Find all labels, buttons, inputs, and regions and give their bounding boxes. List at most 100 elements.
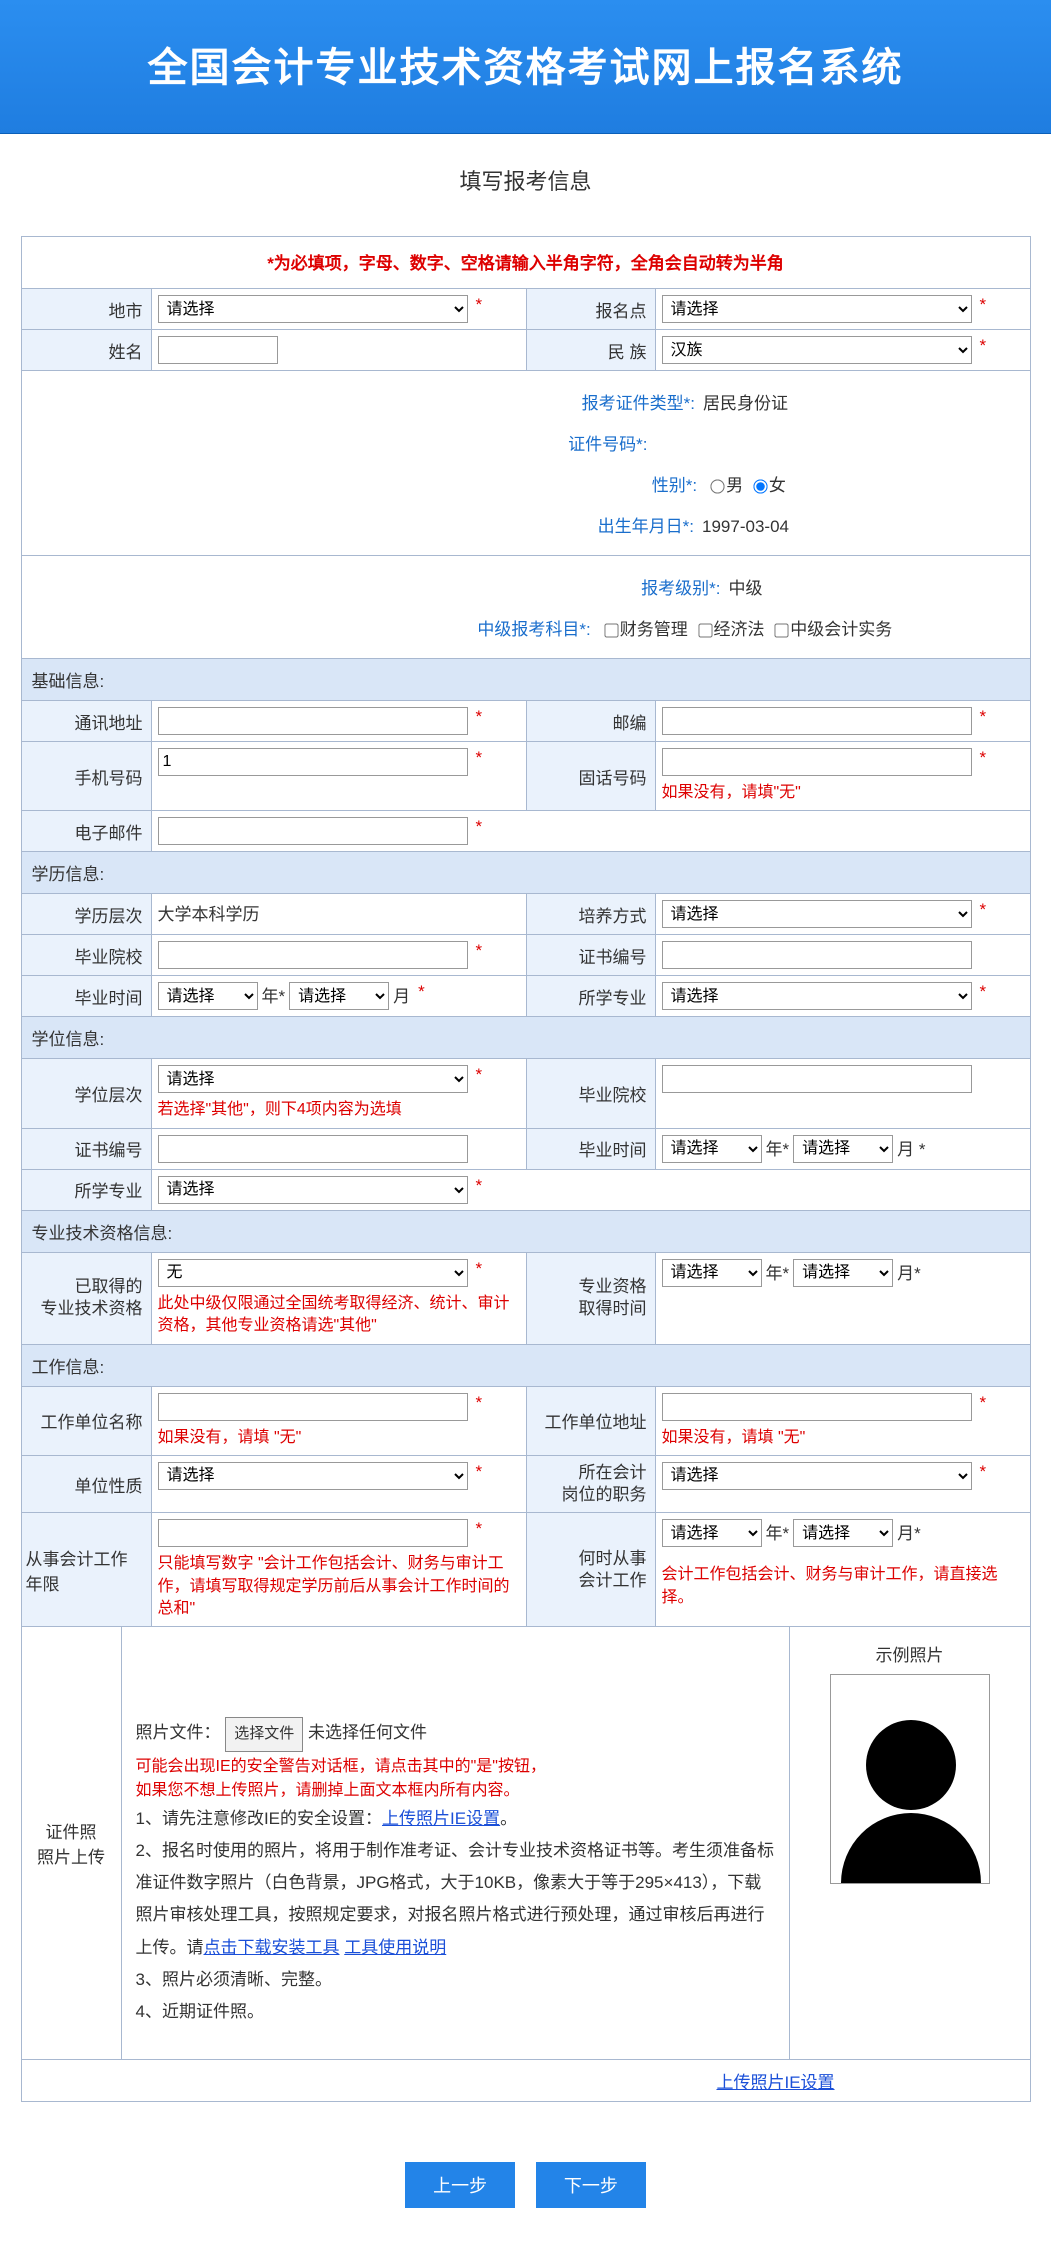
hint-deg-level: 若选择"其他"，则下4项内容为选填 xyxy=(158,1099,520,1121)
label-zip: 邮编 xyxy=(526,701,656,741)
label-work-years: 从事会计工作年限 xyxy=(22,1513,152,1626)
label-mobile: 手机号码 xyxy=(22,742,152,810)
select-deg-major[interactable]: 请选择 xyxy=(158,1176,468,1204)
select-ethnic[interactable]: 汉族 xyxy=(662,336,972,364)
label-prof-time: 专业资格取得时间 xyxy=(526,1253,656,1344)
hint-prof-got: 此处中级仅限通过全国统考取得经济、统计、审计资格，其他专业资格请选"其他" xyxy=(158,1293,520,1338)
label-name: 姓名 xyxy=(22,330,152,370)
label-work-post: 所在会计岗位的职务 xyxy=(526,1456,656,1512)
label-edu-major: 所学专业 xyxy=(526,976,656,1016)
select-city[interactable]: 请选择 xyxy=(158,295,468,323)
form-container: *为必填项，字母、数字、空格请输入半角字符，全角会自动转为半角 地市 请选择 *… xyxy=(21,236,1031,2102)
input-name[interactable] xyxy=(158,336,278,364)
label-deg-gradtime: 毕业时间 xyxy=(526,1129,656,1169)
input-addr[interactable] xyxy=(158,707,468,735)
label-photo: 证件照照片上传 xyxy=(22,1627,122,2058)
input-deg-school[interactable] xyxy=(662,1065,972,1093)
section-prof: 专业技术资格信息: xyxy=(22,1210,1030,1252)
label-addr: 通讯地址 xyxy=(22,701,152,741)
chk-subj1[interactable] xyxy=(604,623,618,637)
label-work-nature: 单位性质 xyxy=(22,1456,152,1512)
select-site[interactable]: 请选择 xyxy=(662,295,972,323)
sample-caption: 示例照片 xyxy=(798,1641,1022,1666)
star-icon: * xyxy=(476,295,483,315)
section-work: 工作信息: xyxy=(22,1344,1030,1386)
radio-female[interactable] xyxy=(753,479,767,493)
select-train[interactable]: 请选择 xyxy=(662,900,972,928)
input-zip[interactable] xyxy=(662,707,972,735)
input-email[interactable] xyxy=(158,817,468,845)
select-deg-year[interactable]: 请选择 xyxy=(662,1135,762,1163)
star-icon: * xyxy=(980,336,987,356)
label-tel: 固话号码 xyxy=(526,742,656,810)
input-mobile[interactable] xyxy=(158,748,468,776)
photo-warn1: 可能会出现IE的安全警告对话框，请点击其中的"是"按钮， xyxy=(136,1756,775,1778)
required-note: *为必填项，字母、数字、空格请输入半角字符，全角会自动转为半角 xyxy=(22,237,1030,288)
select-edu-month[interactable]: 请选择 xyxy=(289,982,389,1010)
label-edu-level: 学历层次 xyxy=(22,894,152,934)
select-edu-year[interactable]: 请选择 xyxy=(158,982,258,1010)
label-photo-file: 照片文件： xyxy=(136,1723,221,1742)
label-work-since: 何时从事会计工作 xyxy=(526,1513,656,1626)
button-row: 上一步 下一步 xyxy=(0,2132,1051,2258)
id-info-block: 报考证件类型*:居民身份证 证件号码*: 性别*: 男 女 出生年月日*:199… xyxy=(22,370,1030,555)
radio-male[interactable] xyxy=(710,479,724,493)
photo-warn2: 如果您不想上传照片，请删掉上面文本框内所有内容。 xyxy=(136,1780,775,1802)
select-prof-month[interactable]: 请选择 xyxy=(793,1259,893,1287)
input-work-unit[interactable] xyxy=(158,1393,468,1421)
hint-work-addr: 如果没有，请填 "无" xyxy=(662,1427,1024,1449)
hint-work-since: 会计工作包括会计、财务与审计工作，请直接选择。 xyxy=(662,1564,1024,1609)
level-block: 报考级别*:中级 中级报考科目*: 财务管理 经济法 中级会计实务 xyxy=(22,555,1030,658)
sample-photo xyxy=(830,1674,990,1884)
link-ie-setting-2[interactable]: 上传照片IE设置 xyxy=(716,2073,834,2092)
label-deg-school: 毕业院校 xyxy=(526,1059,656,1127)
label-email: 电子邮件 xyxy=(22,811,152,851)
hint-work-unit: 如果没有，请填 "无" xyxy=(158,1427,520,1449)
label-deg-level: 学位层次 xyxy=(22,1059,152,1127)
hint-tel: 如果没有，请填"无" xyxy=(662,782,1024,804)
input-edu-certno[interactable] xyxy=(662,941,972,969)
value-edu-level: 大学本科学历 xyxy=(158,900,260,925)
page-banner: 全国会计专业技术资格考试网上报名系统 xyxy=(0,0,1051,134)
label-ethnic: 民 族 xyxy=(526,330,656,370)
photo-upload-block: 证件照照片上传 照片文件： 选择文件 未选择任何文件 可能会出现IE的安全警告对… xyxy=(22,1626,1030,2058)
label-work-unit: 工作单位名称 xyxy=(22,1387,152,1455)
label-city: 地市 xyxy=(22,289,152,329)
label-work-addr: 工作单位地址 xyxy=(526,1387,656,1455)
select-work-nature[interactable]: 请选择 xyxy=(158,1462,468,1490)
page-title: 填写报考信息 xyxy=(0,164,1051,196)
section-degree: 学位信息: xyxy=(22,1016,1030,1058)
section-edu: 学历信息: xyxy=(22,851,1030,893)
star-icon: * xyxy=(980,295,987,315)
link-ie-setting-1[interactable]: 上传照片IE设置 xyxy=(382,1809,500,1828)
select-work-post[interactable]: 请选择 xyxy=(662,1462,972,1490)
input-edu-school[interactable] xyxy=(158,941,468,969)
input-tel[interactable] xyxy=(662,748,972,776)
input-deg-certno[interactable] xyxy=(158,1135,468,1163)
input-work-addr[interactable] xyxy=(662,1393,972,1421)
label-site: 报名点 xyxy=(526,289,656,329)
select-prof-year[interactable]: 请选择 xyxy=(662,1259,762,1287)
input-work-years[interactable] xyxy=(158,1519,468,1547)
label-edu-school: 毕业院校 xyxy=(22,935,152,975)
hint-work-years: 只能填写数字 "会计工作包括会计、财务与审计工作，请填写取得规定学历前后从事会计… xyxy=(158,1553,520,1620)
select-deg-month[interactable]: 请选择 xyxy=(793,1135,893,1163)
select-deg-level[interactable]: 请选择 xyxy=(158,1065,468,1093)
prev-button[interactable]: 上一步 xyxy=(405,2162,515,2208)
choose-file-button[interactable]: 选择文件 xyxy=(225,1717,303,1752)
select-prof-got[interactable]: 无 xyxy=(158,1259,468,1287)
section-basic: 基础信息: xyxy=(22,658,1030,700)
chk-subj2[interactable] xyxy=(698,623,712,637)
no-file-text: 未选择任何文件 xyxy=(308,1723,427,1742)
chk-subj3[interactable] xyxy=(775,623,789,637)
label-deg-certno: 证书编号 xyxy=(22,1129,152,1169)
label-edu-gradtime: 毕业时间 xyxy=(22,976,152,1016)
link-download-tool[interactable]: 点击下载安装工具 xyxy=(204,1938,340,1957)
link-tool-doc[interactable]: 工具使用说明 xyxy=(344,1938,446,1957)
label-prof-got: 已取得的专业技术资格 xyxy=(22,1253,152,1344)
label-train: 培养方式 xyxy=(526,894,656,934)
select-since-month[interactable]: 请选择 xyxy=(793,1519,893,1547)
select-edu-major[interactable]: 请选择 xyxy=(662,982,972,1010)
next-button[interactable]: 下一步 xyxy=(536,2162,646,2208)
select-since-year[interactable]: 请选择 xyxy=(662,1519,762,1547)
